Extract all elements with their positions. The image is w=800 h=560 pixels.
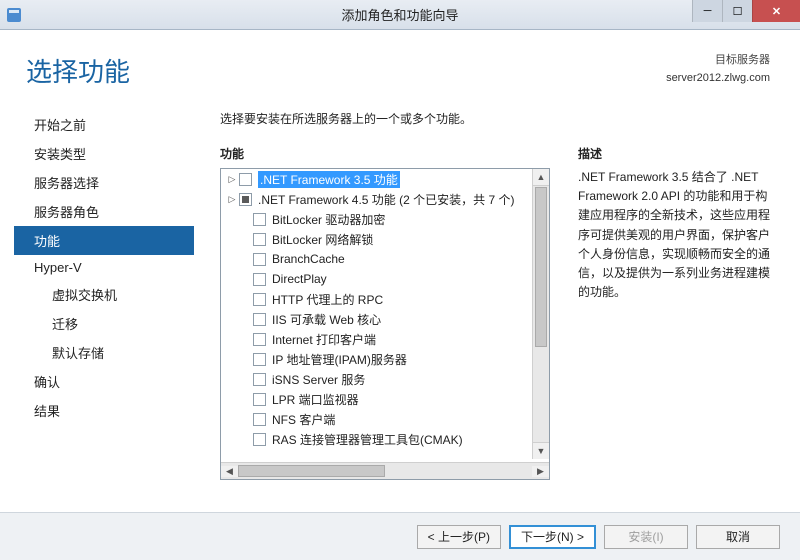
main-panel: 选择要安装在所选服务器上的一个或多个功能。 功能 ▷ .NET Framework… [220,110,770,502]
feature-row[interactable]: IIS 可承载 Web 核心 [221,309,549,329]
feature-checkbox[interactable] [239,173,252,186]
feature-label: LPR 端口监视器 [272,391,359,408]
feature-row[interactable]: Internet 打印客户端 [221,329,549,349]
feature-row[interactable]: DirectPlay [221,269,549,289]
previous-button[interactable]: < 上一步(P) [417,525,501,549]
feature-label: iSNS Server 服务 [272,371,365,388]
description-label: 描述 [578,145,770,162]
feature-checkbox[interactable] [253,233,266,246]
features-label: 功能 [220,145,550,162]
feature-checkbox[interactable] [253,413,266,426]
feature-label: BitLocker 驱动器加密 [272,211,385,228]
nav-item[interactable]: 功能 [14,226,194,255]
feature-checkbox[interactable] [253,313,266,326]
feature-row[interactable]: LPR 端口监视器 [221,389,549,409]
titlebar: 添加角色和功能向导 ─ ☐ ✕ [0,0,800,30]
feature-checkbox[interactable] [253,433,266,446]
vertical-scrollbar[interactable]: ▲ ▼ [532,169,549,459]
feature-label: .NET Framework 3.5 功能 [258,171,400,188]
hscroll-thumb[interactable] [238,465,385,477]
horizontal-scrollbar[interactable]: ◀ ▶ [221,462,549,479]
nav-item[interactable]: Hyper-V [14,255,194,280]
feature-checkbox[interactable] [253,353,266,366]
close-button[interactable]: ✕ [752,0,800,22]
feature-label: BranchCache [272,252,345,266]
minimize-button[interactable]: ─ [692,0,722,22]
target-server-label: 目标服务器 [666,52,770,70]
wizard-nav: 开始之前安装类型服务器选择服务器角色功能Hyper-V虚拟交换机迁移默认存储确认… [14,110,194,425]
features-list: ▷ .NET Framework 3.5 功能 ▷ .NET Framework 4.… [221,169,549,462]
feature-label: .NET Framework 4.5 功能 (2 个已安装，共 7 个) [258,191,514,208]
feature-row[interactable]: ▷ .NET Framework 3.5 功能 [221,169,549,189]
nav-item[interactable]: 迁移 [14,309,194,338]
scroll-up-icon[interactable]: ▲ [533,169,549,186]
nav-item[interactable]: 确认 [14,367,194,396]
nav-item[interactable]: 安装类型 [14,139,194,168]
feature-row[interactable]: IP 地址管理(IPAM)服务器 [221,349,549,369]
feature-label: Internet 打印客户端 [272,331,376,348]
feature-label: IIS 可承载 Web 核心 [272,311,381,328]
expand-icon[interactable]: ▷ [225,174,239,185]
feature-checkbox[interactable] [253,373,266,386]
feature-checkbox[interactable] [253,273,266,286]
feature-row[interactable]: NFS 客户端 [221,409,549,429]
install-button[interactable]: 安装(I) [604,525,688,549]
target-server-name: server2012.zlwg.com [666,70,770,88]
feature-row[interactable]: BitLocker 驱动器加密 [221,209,549,229]
description-text: .NET Framework 3.5 结合了 .NET Framework 2.… [578,168,770,302]
scroll-down-icon[interactable]: ▼ [533,442,549,459]
feature-row[interactable]: RAS 连接管理器管理工具包(CMAK) [221,429,549,449]
feature-checkbox[interactable] [253,213,266,226]
nav-item[interactable]: 开始之前 [14,110,194,139]
feature-row[interactable]: iSNS Server 服务 [221,369,549,389]
nav-item[interactable]: 服务器角色 [14,197,194,226]
feature-row[interactable]: BitLocker 网络解锁 [221,229,549,249]
feature-checkbox[interactable] [253,393,266,406]
scroll-thumb[interactable] [535,187,547,347]
feature-label: HTTP 代理上的 RPC [272,291,383,308]
feature-row[interactable]: HTTP 代理上的 RPC [221,289,549,309]
scroll-left-icon[interactable]: ◀ [221,466,238,477]
page-title: 选择功能 [26,52,130,89]
features-listbox[interactable]: ▷ .NET Framework 3.5 功能 ▷ .NET Framework 4.… [220,168,550,480]
app-icon [0,0,28,29]
content-area: 选择功能 目标服务器 server2012.zlwg.com 开始之前安装类型服… [0,30,800,512]
feature-row[interactable]: BranchCache [221,249,549,269]
feature-checkbox[interactable] [253,253,266,266]
wizard-window: 添加角色和功能向导 ─ ☐ ✕ 选择功能 目标服务器 server2012.zl… [0,0,800,560]
feature-label: RAS 连接管理器管理工具包(CMAK) [272,431,463,448]
feature-checkbox[interactable] [253,333,266,346]
expand-icon[interactable]: ▷ [225,194,239,205]
feature-checkbox[interactable] [253,293,266,306]
feature-label: NFS 客户端 [272,411,335,428]
cancel-button[interactable]: 取消 [696,525,780,549]
nav-item[interactable]: 默认存储 [14,338,194,367]
feature-row[interactable]: ▷ .NET Framework 4.5 功能 (2 个已安装，共 7 个) [221,189,549,209]
feature-label: BitLocker 网络解锁 [272,231,373,248]
window-title: 添加角色和功能向导 [341,5,458,24]
feature-checkbox[interactable] [239,193,252,206]
nav-item[interactable]: 服务器选择 [14,168,194,197]
maximize-button[interactable]: ☐ [722,0,752,22]
nav-item[interactable]: 结果 [14,396,194,425]
feature-label: IP 地址管理(IPAM)服务器 [272,351,407,368]
target-server-info: 目标服务器 server2012.zlwg.com [666,52,770,87]
instruction-text: 选择要安装在所选服务器上的一个或多个功能。 [220,110,770,127]
window-controls: ─ ☐ ✕ [692,0,800,22]
nav-item[interactable]: 虚拟交换机 [14,280,194,309]
footer: < 上一步(P) 下一步(N) > 安装(I) 取消 [0,512,800,560]
next-button[interactable]: 下一步(N) > [509,525,596,549]
scroll-right-icon[interactable]: ▶ [532,466,549,477]
feature-label: DirectPlay [272,272,327,286]
